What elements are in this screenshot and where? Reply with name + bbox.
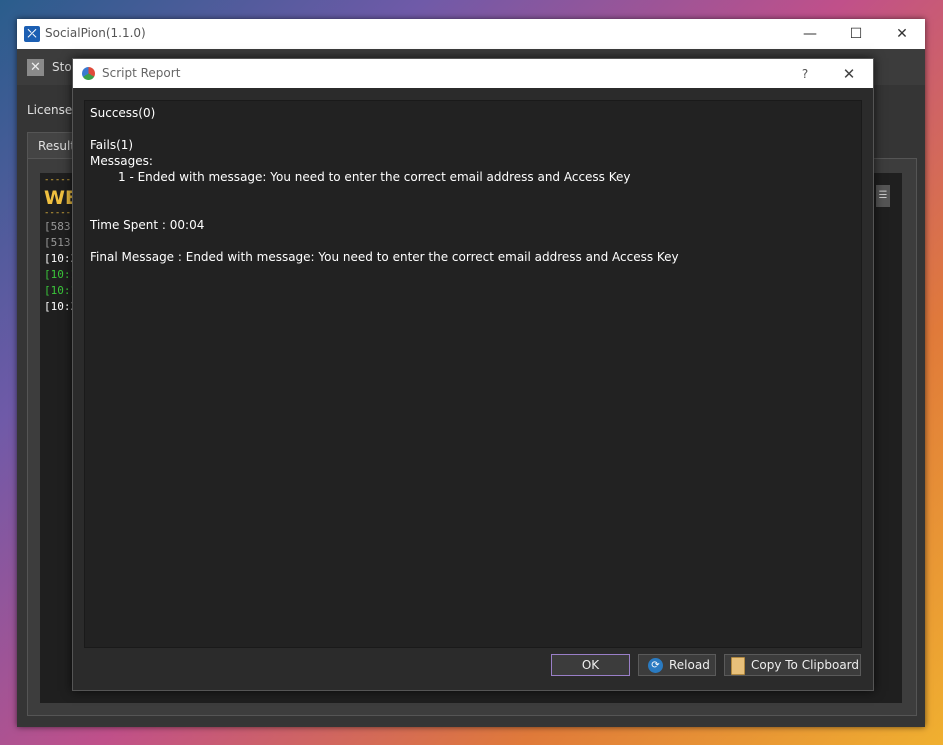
dialog-title: Script Report [102,66,181,80]
app-title: SocialPion(1.1.0) [45,26,146,40]
report-text-area[interactable]: Success(0) Fails(1) Messages: 1 - Ended … [84,100,862,648]
fails-count: Fails(1) [90,138,134,152]
stop-icon[interactable]: ✕ [27,59,44,76]
message-item: 1 - Ended with message: You need to ente… [118,170,631,184]
copy-to-clipboard-button[interactable]: Copy To Clipboard [724,654,861,676]
pie-chart-icon [82,67,95,80]
ok-button[interactable]: OK [551,654,630,676]
close-button[interactable]: ✕ [879,19,925,49]
app-icon: ⤫ [24,26,40,42]
stop-button-label[interactable]: Sto [52,60,72,74]
dialog-close-button[interactable]: ✕ [835,63,863,85]
tab-results-label: Result [38,139,76,153]
reload-label: Reload [669,658,710,672]
clipboard-icon [731,657,745,675]
log-menu-icon[interactable]: ☰ [876,185,890,207]
reload-button[interactable]: ⟳ Reload [638,654,716,676]
time-spent: Time Spent : 00:04 [90,218,205,232]
messages-header: Messages: [90,154,153,168]
license-label: License [27,103,73,117]
log-line: [583 [44,220,71,233]
dialog-titlebar: Script Report ? ✕ [73,59,873,88]
copy-label: Copy To Clipboard [751,658,860,672]
final-message: Final Message : Ended with message: You … [90,250,679,264]
maximize-button[interactable]: ☐ [833,19,879,49]
minimize-button[interactable]: — [787,19,833,49]
reload-icon: ⟳ [648,658,663,673]
success-count: Success(0) [90,106,156,120]
help-button[interactable]: ? [791,64,819,84]
main-titlebar: ⤫ SocialPion(1.1.0) — ☐ ✕ [17,19,925,49]
log-line: [513 [44,236,71,249]
script-report-dialog: Script Report ? ✕ Success(0) Fails(1) Me… [72,58,874,691]
